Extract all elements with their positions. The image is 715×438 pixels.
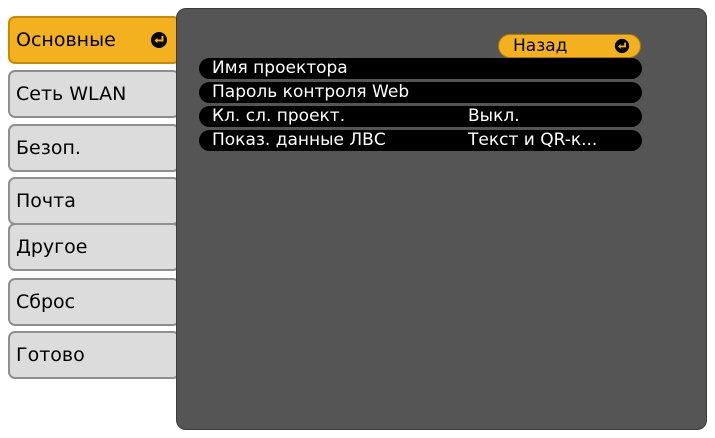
tab-label: Основные [16,29,116,51]
tab-label: Безоп. [16,137,81,159]
tab-label: Сеть WLAN [16,83,127,105]
tab-done[interactable]: Готово [8,331,180,379]
row-label: Имя проектора [212,58,348,78]
row-label: Показ. данные ЛВС [212,130,386,150]
enter-icon [151,32,167,48]
row-label: Пароль контроля Web [212,82,410,102]
tab-security[interactable]: Безоп. [8,124,180,172]
tab-other[interactable]: Другое [8,223,180,271]
row-value: Текст и QR-к... [468,130,598,150]
tab-reset[interactable]: Сброс [8,278,180,326]
menu-row-lan-info[interactable]: Показ. данные ЛВС Текст и QR-к... [199,130,642,151]
menu-row-projector-keyword[interactable]: Кл. сл. проект. Выкл. [199,106,642,127]
menu-row-projector-name[interactable]: Имя проектора [199,58,642,79]
tab-mail[interactable]: Почта [8,177,180,225]
tab-label: Сброс [16,291,76,313]
row-label: Кл. сл. проект. [212,106,346,126]
tab-wlan[interactable]: Сеть WLAN [8,70,180,118]
back-button-label: Назад [513,36,568,56]
row-value: Выкл. [468,106,520,126]
tab-label: Готово [16,344,85,366]
enter-icon [614,38,630,54]
menu-row-web-password[interactable]: Пароль контроля Web [199,82,642,103]
tab-label: Почта [16,190,76,212]
tab-osnovnye[interactable]: Основные [8,16,180,64]
tab-label: Другое [16,236,88,258]
back-button[interactable]: Назад [498,34,641,58]
